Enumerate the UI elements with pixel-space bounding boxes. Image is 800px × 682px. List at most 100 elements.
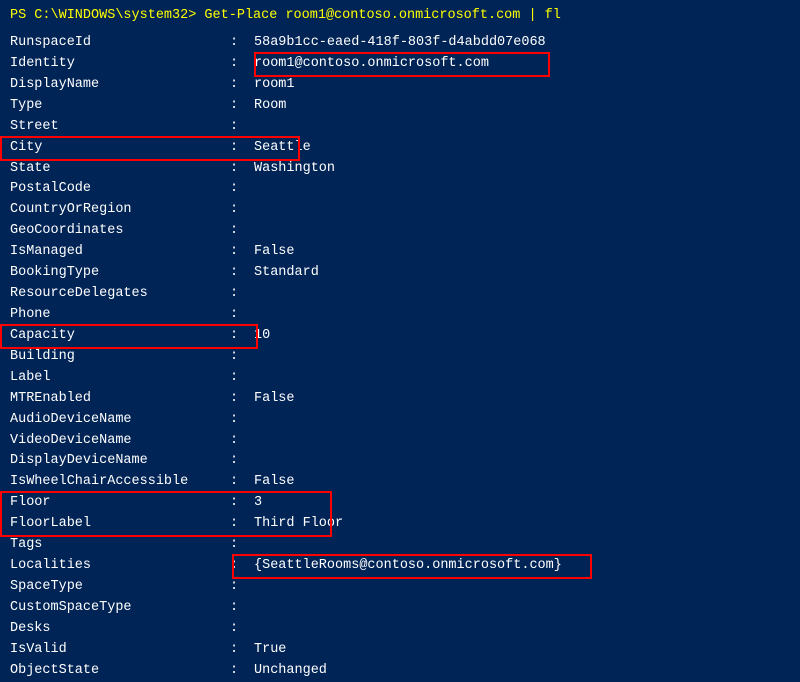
prop-separator: : — [230, 493, 254, 514]
prop-name: FloorLabel — [10, 514, 230, 535]
table-row: ObjectState: Unchanged — [10, 661, 790, 682]
table-row: Phone: — [10, 305, 790, 326]
prop-name: ObjectState — [10, 661, 230, 682]
table-row: CustomSpaceType: — [10, 598, 790, 619]
prop-value: {SeattleRooms@contoso.onmicrosoft.com} — [254, 556, 790, 577]
prop-separator: : — [230, 640, 254, 661]
prop-value: 3 — [254, 493, 790, 514]
prop-value — [254, 117, 790, 138]
prop-separator: : — [230, 221, 254, 242]
prop-name: Floor — [10, 493, 230, 514]
prop-separator: : — [230, 451, 254, 472]
table-row: VideoDeviceName: — [10, 431, 790, 452]
table-row: Type: Room — [10, 96, 790, 117]
prop-value: 10 — [254, 326, 790, 347]
prop-separator: : — [230, 514, 254, 535]
prop-name: IsManaged — [10, 242, 230, 263]
table-row: Desks: — [10, 619, 790, 640]
table-row: IsValid: True — [10, 640, 790, 661]
prop-value: False — [254, 389, 790, 410]
prop-value — [254, 368, 790, 389]
prop-name: State — [10, 159, 230, 180]
table-row: Tags: — [10, 535, 790, 556]
prop-separator: : — [230, 200, 254, 221]
prop-separator: : — [230, 305, 254, 326]
table-row: CountryOrRegion: — [10, 200, 790, 221]
prop-name: CustomSpaceType — [10, 598, 230, 619]
prop-value — [254, 179, 790, 200]
prop-separator: : — [230, 179, 254, 200]
prop-value: True — [254, 640, 790, 661]
prop-value — [254, 598, 790, 619]
table-row: IsWheelChairAccessible: False — [10, 472, 790, 493]
prop-separator: : — [230, 431, 254, 452]
prop-name: Phone — [10, 305, 230, 326]
prop-separator: : — [230, 242, 254, 263]
table-row: Floor: 3 — [10, 493, 790, 514]
prop-name: DisplayName — [10, 75, 230, 96]
table-row: State: Washington — [10, 159, 790, 180]
prop-name: DisplayDeviceName — [10, 451, 230, 472]
prop-value — [254, 535, 790, 556]
table-row: PostalCode: — [10, 179, 790, 200]
prop-name: Capacity — [10, 326, 230, 347]
prop-name: IsValid — [10, 640, 230, 661]
prop-separator: : — [230, 389, 254, 410]
prop-separator: : — [230, 54, 254, 75]
prop-separator: : — [230, 33, 254, 54]
prop-separator: : — [230, 472, 254, 493]
table-row: GeoCoordinates: — [10, 221, 790, 242]
prop-separator: : — [230, 284, 254, 305]
table-row: BookingType: Standard — [10, 263, 790, 284]
prop-value — [254, 221, 790, 242]
prop-name: VideoDeviceName — [10, 431, 230, 452]
prop-value — [254, 284, 790, 305]
table-row: RunspaceId: 58a9b1cc-eaed-418f-803f-d4ab… — [10, 33, 790, 54]
command-line: PS C:\WINDOWS\system32> Get-Place room1@… — [10, 8, 790, 23]
prop-separator: : — [230, 410, 254, 431]
prop-name: Desks — [10, 619, 230, 640]
prop-name: AudioDeviceName — [10, 410, 230, 431]
table-row: IsManaged: False — [10, 242, 790, 263]
prop-separator: : — [230, 159, 254, 180]
terminal-window: PS C:\WINDOWS\system32> Get-Place room1@… — [0, 0, 800, 634]
prop-separator: : — [230, 263, 254, 284]
prop-separator: : — [230, 96, 254, 117]
prop-separator: : — [230, 368, 254, 389]
prop-name: MTREnabled — [10, 389, 230, 410]
table-row: DisplayDeviceName: — [10, 451, 790, 472]
prop-name: City — [10, 138, 230, 159]
prop-name: Street — [10, 117, 230, 138]
prop-value — [254, 347, 790, 368]
properties-container: RunspaceId: 58a9b1cc-eaed-418f-803f-d4ab… — [10, 33, 790, 682]
prop-separator: : — [230, 535, 254, 556]
table-row: Capacity: 10 — [10, 326, 790, 347]
prop-separator: : — [230, 75, 254, 96]
prop-value — [254, 577, 790, 598]
table-row: DisplayName: room1 — [10, 75, 790, 96]
table-row: Localities: {SeattleRooms@contoso.onmicr… — [10, 556, 790, 577]
prop-name: Label — [10, 368, 230, 389]
table-row: Street: — [10, 117, 790, 138]
prop-name: RunspaceId — [10, 33, 230, 54]
prop-value — [254, 451, 790, 472]
prop-name: GeoCoordinates — [10, 221, 230, 242]
prop-name: Building — [10, 347, 230, 368]
table-row: Building: — [10, 347, 790, 368]
prop-value: Seattle — [254, 138, 790, 159]
prop-name: IsWheelChairAccessible — [10, 472, 230, 493]
prop-name: Type — [10, 96, 230, 117]
prop-separator: : — [230, 326, 254, 347]
table-row: City: Seattle — [10, 138, 790, 159]
table-row: MTREnabled: False — [10, 389, 790, 410]
prop-value: False — [254, 242, 790, 263]
prop-separator: : — [230, 138, 254, 159]
table-row: Identity: room1@contoso.onmicrosoft.com — [10, 54, 790, 75]
table-row: AudioDeviceName: — [10, 410, 790, 431]
prop-value: room1@contoso.onmicrosoft.com — [254, 54, 790, 75]
table-row: SpaceType: — [10, 577, 790, 598]
prop-separator: : — [230, 619, 254, 640]
prop-name: CountryOrRegion — [10, 200, 230, 221]
prop-value — [254, 619, 790, 640]
prop-name: Tags — [10, 535, 230, 556]
